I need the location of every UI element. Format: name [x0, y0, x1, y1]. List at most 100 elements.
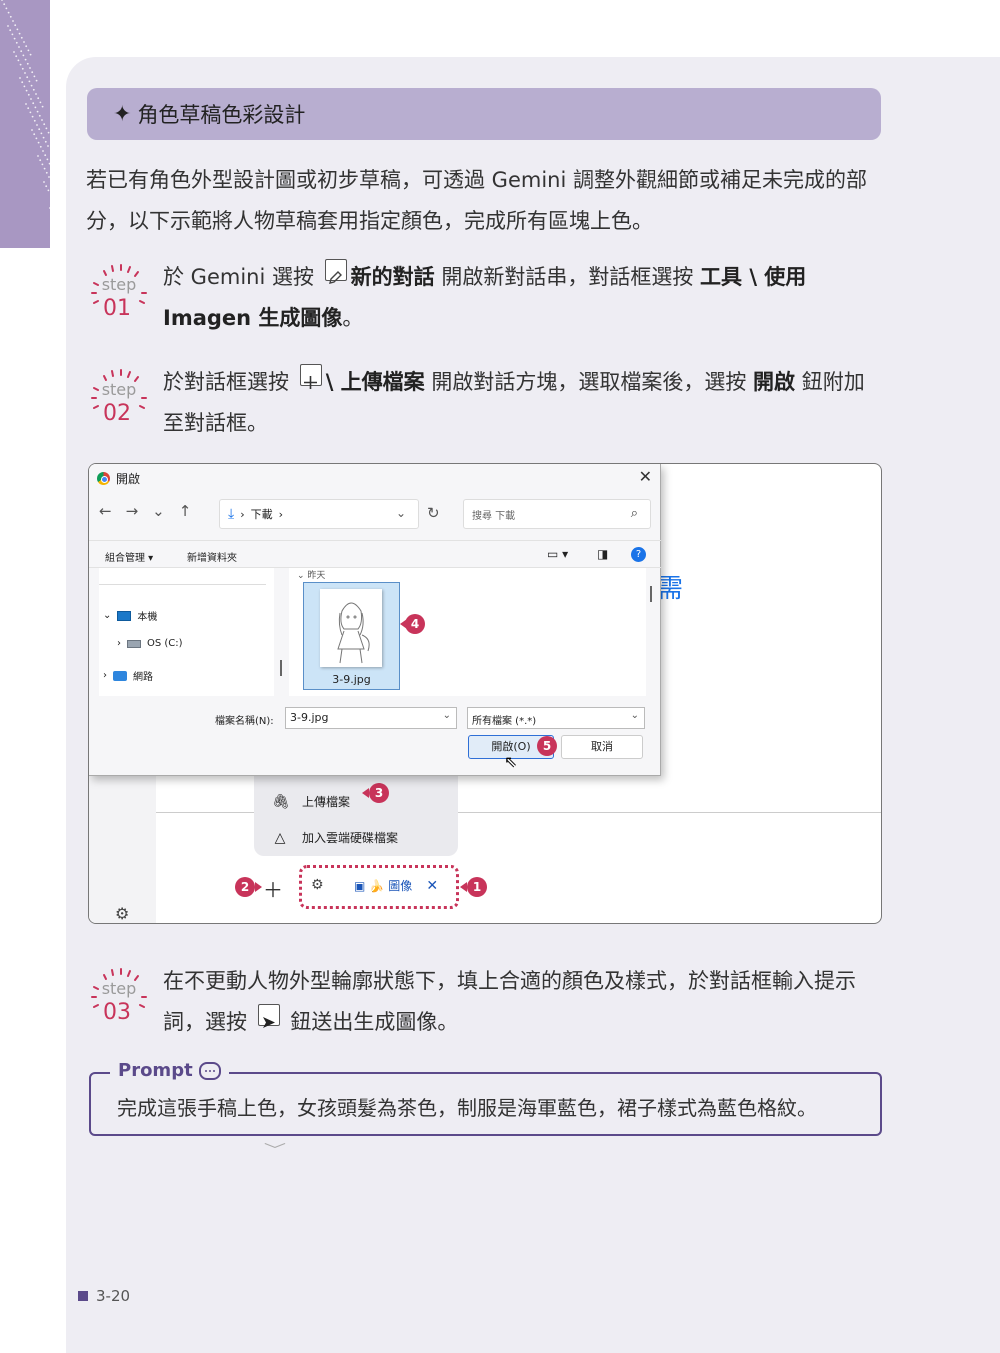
download-icon: ⤓ [228, 506, 235, 522]
send-icon [257, 1004, 280, 1028]
chevron-down-icon: ﹀ [263, 1143, 287, 1159]
upload-menu: 🖇 上傳檔案 △ 加入雲端硬碟檔案 [254, 776, 458, 856]
chevron-down-icon[interactable]: ⌄ [443, 710, 451, 721]
svg-text:step: step [102, 275, 137, 294]
svg-text:step: step [102, 380, 137, 399]
breadcrumb-sep: › [278, 507, 284, 521]
svg-text:03: 03 [103, 1000, 131, 1025]
sparkle-icon: ✦ [113, 101, 132, 127]
step-badge: step 03 [86, 961, 152, 1027]
file-item-selected[interactable]: 3-9.jpg [303, 582, 400, 690]
svg-text:01: 01 [103, 296, 131, 321]
image-tool-chip[interactable]: ▣ 🍌 圖像 ✕ [354, 877, 438, 894]
image-icon: ▣ [354, 878, 366, 893]
step-badge: step 02 [86, 362, 152, 428]
paperclip-icon: 🖇 [272, 793, 290, 810]
gemini-screenshot: 需 🖇 上傳檔案 △ 加入雲端硬碟檔案 3 ＋ 2 ⚙ ▣ 🍌 圖像 ✕ 1 ⚙ [88, 463, 882, 924]
chevron-down-icon[interactable]: ⌄ [396, 506, 406, 520]
page: ✦ 角色草稿色彩設計 若已有角色外型設計圖或初步草稿，可透過 Gemini 調整… [0, 0, 1000, 1353]
menu-drive-label: 加入雲端硬碟檔案 [302, 831, 399, 845]
breadcrumb-sep: › [240, 507, 245, 521]
step-03: step 03 在不更動人物外型輪廓狀態下，填上合適的顏色及樣式，於對話框輸入提… [86, 961, 886, 1043]
callout-arrow [460, 882, 467, 892]
chevron-right-icon: › [103, 670, 107, 681]
add-button[interactable]: ＋ [263, 874, 283, 903]
file-scrollbar[interactable] [650, 586, 652, 602]
up-arrow-icon[interactable]: ↑ [179, 502, 192, 520]
filename-label: 檔案名稱(N): [215, 716, 274, 727]
chevron-down-icon: ⌄ [103, 610, 112, 621]
callout-badge-4: 4 [405, 614, 425, 634]
new-folder-button[interactable]: 新增資料夾 [187, 549, 237, 564]
step-02: step 02 於對話框選按 \ 上傳檔案 開啟對話方塊，選取檔案後，選按 開啟… [86, 362, 886, 444]
search-icon: ⌕ [630, 506, 638, 521]
nav-buttons: ← → ⌄ ↑ [99, 502, 191, 520]
menu-upload-file[interactable]: 🖇 上傳檔案 [272, 793, 350, 810]
mouse-cursor-icon: ⇖ [504, 752, 518, 771]
step-text-part: 開啟對話方塊，選取檔案後，選按 [424, 370, 754, 394]
section-title-text: 角色草稿色彩設計 [137, 103, 306, 127]
drive-icon: △ [274, 829, 286, 846]
prompt-label: Prompt [110, 1060, 229, 1081]
step-badge: step 01 [86, 257, 152, 323]
chrome-icon [97, 472, 110, 485]
chevron-right-icon: › [117, 638, 121, 649]
chevron-down-icon[interactable]: ⌄ [631, 710, 639, 721]
address-bar[interactable]: ⤓ › 下載 › ⌄ [219, 499, 419, 529]
filetype-value: 所有檔案 (*.*) [472, 716, 537, 727]
address-text: 下載 [250, 508, 273, 521]
callout-arrow [362, 788, 369, 798]
group-header: ⌄ 昨天 [297, 571, 326, 581]
step-text-part: 鈕送出生成圖像。 [283, 1010, 459, 1034]
forward-arrow-icon[interactable]: → [126, 502, 139, 520]
callout-arrow [400, 619, 407, 629]
callout-arrow [255, 882, 262, 892]
tree-item-os-c[interactable]: › OS (C:) [117, 638, 183, 649]
drive-icon [127, 639, 141, 648]
step-text-part: 於對話框選按 [163, 370, 296, 394]
settings-icon[interactable]: ⚙ [115, 904, 129, 923]
help-icon[interactable]: ? [631, 547, 646, 562]
footer-square [78, 1291, 88, 1301]
search-placeholder: 搜尋 下載 [472, 510, 516, 522]
tree-scrollbar[interactable] [280, 660, 282, 676]
file-list: ⌄ 昨天 3-9.jpg 4 [289, 568, 652, 696]
tree-item-label: 網路 [133, 672, 153, 683]
svg-text:02: 02 [103, 401, 131, 426]
callout-badge-2: 2 [235, 877, 255, 897]
search-input[interactable]: 搜尋 下載 ⌕ [463, 499, 651, 529]
step-01: step 01 於 Gemini 選按 新的對話 開啟新對話串，對話框選按 工具… [86, 257, 886, 339]
computer-icon [117, 610, 132, 621]
callout-badge-3: 3 [369, 783, 389, 803]
step-text: 在不更動人物外型輪廓狀態下，填上合適的顏色及樣式，於對話框輸入提示詞，選按 鈕送… [163, 961, 883, 1043]
folder-tree: ⌄ 本機 › OS (C:) › 網路 [99, 568, 282, 696]
prompt-text: 完成這張手稿上色，女孩頭髮為茶色，制服是海軍藍色，裙子樣式為藍色格紋。 [117, 1096, 817, 1120]
page-footer: 3-20 [78, 1287, 130, 1305]
callout-badge-1: 1 [467, 877, 487, 897]
preview-pane-icon[interactable]: ◨ [597, 547, 608, 561]
filetype-select[interactable]: 所有檔案 (*.*) ⌄ [467, 707, 645, 729]
tree-item-label: OS (C:) [147, 638, 183, 649]
organize-button[interactable]: 組合管理 ▾ [105, 549, 153, 564]
filename-input[interactable]: 3-9.jpg ⌄ [285, 707, 457, 729]
intro-paragraph: 若已有角色外型設計圖或初步草稿，可透過 Gemini 調整外觀細節或補足未完成的… [86, 168, 867, 233]
dialog-title: 開啟 [116, 472, 141, 486]
prompt-label-text: Prompt [118, 1060, 193, 1081]
view-icon[interactable]: ▭ ▾ [547, 547, 568, 561]
menu-upload-label: 上傳檔案 [302, 795, 351, 809]
tree-item-network[interactable]: › 網路 [103, 668, 153, 683]
cancel-button[interactable]: 取消 [561, 735, 643, 759]
file-open-dialog: 開啟 ✕ ← → ⌄ ↑ ⤓ › 下載 › ⌄ ↻ 搜尋 下載 ⌕ 組合管理 ▾… [89, 464, 661, 776]
menu-add-drive[interactable]: △ 加入雲端硬碟檔案 [272, 829, 398, 846]
refresh-icon[interactable]: ↻ [427, 504, 440, 522]
edit-icon [324, 259, 347, 284]
step-bold-upload: \ 上傳檔案 [325, 370, 425, 394]
recent-chevron-icon[interactable]: ⌄ [152, 502, 165, 520]
back-arrow-icon[interactable]: ← [99, 502, 112, 520]
tree-item-this-pc[interactable]: ⌄ 本機 [103, 608, 157, 623]
tree-item-label: 本機 [137, 612, 158, 623]
tools-icon[interactable]: ⚙ [311, 877, 324, 893]
tree-separator [99, 584, 266, 585]
close-icon[interactable]: ✕ [426, 878, 438, 894]
dialog-close-icon[interactable]: ✕ [639, 467, 652, 486]
